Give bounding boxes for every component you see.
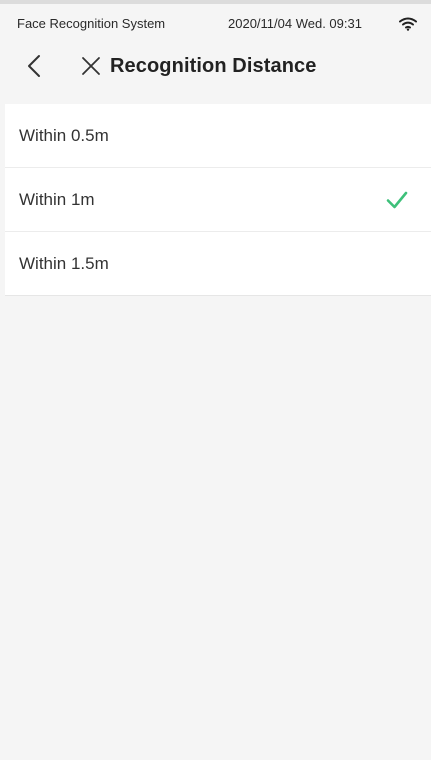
option-label: Within 1.5m: [19, 254, 109, 273]
option-within-1m[interactable]: Within 1m: [5, 168, 431, 232]
option-within-0-5m[interactable]: Within 0.5m: [5, 104, 431, 168]
checkmark-icon: [386, 190, 408, 210]
app-name: Face Recognition System: [17, 16, 166, 31]
option-label: Within 1m: [19, 190, 95, 209]
distance-options-list: Within 0.5m Within 1m Within 1.5m: [5, 104, 431, 296]
status-datetime: 2020/11/04 Wed. 09:31: [228, 16, 362, 31]
close-icon[interactable]: [79, 54, 103, 78]
option-label: Within 0.5m: [19, 126, 109, 145]
page-title: Recognition Distance: [110, 55, 317, 77]
chevron-left-icon[interactable]: [22, 52, 48, 80]
option-within-1-5m[interactable]: Within 1.5m: [5, 232, 431, 296]
header: Recognition Distance: [0, 38, 431, 100]
wifi-icon: [399, 17, 417, 31]
status-bar: Face Recognition System 2020/11/04 Wed. …: [0, 0, 431, 38]
